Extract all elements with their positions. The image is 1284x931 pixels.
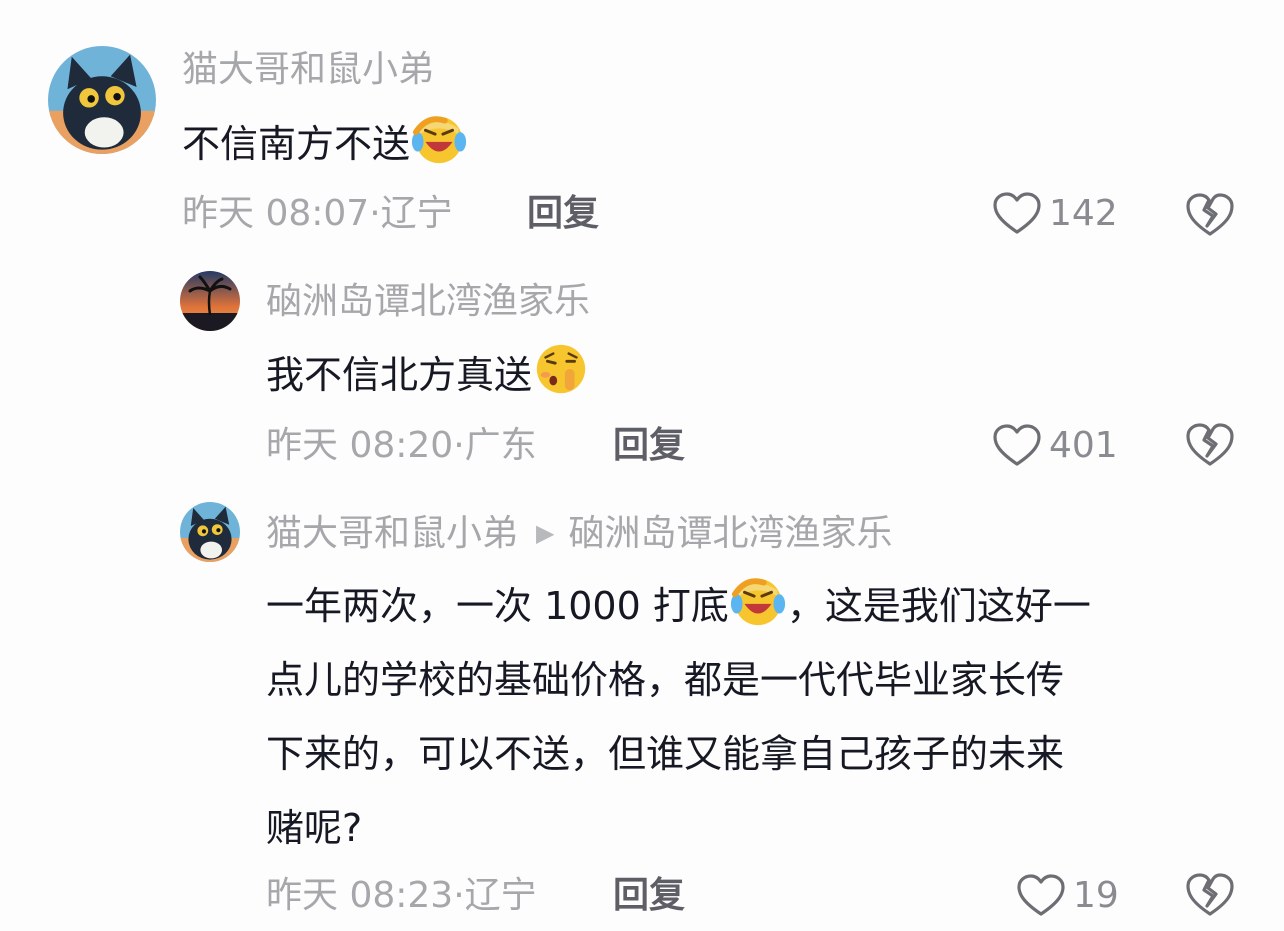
shushing-emoji — [536, 344, 586, 394]
dislike-button[interactable] — [1186, 192, 1234, 238]
comment-line: 下来的，可以不送，但谁又能拿自己孩子的未来 — [266, 732, 1065, 776]
like-count: 401 — [1049, 425, 1118, 466]
heart-icon — [1017, 874, 1065, 916]
username[interactable]: 猫大哥和鼠小弟 — [182, 48, 434, 92]
comment-line: 一年两次，一次 1000 打底 ，这是我们这好一 — [266, 569, 1246, 643]
comment-line: 赌呢? — [266, 806, 363, 850]
like-button[interactable]: 19 — [1017, 874, 1119, 918]
dislike-button[interactable] — [1186, 422, 1234, 468]
location: 广东 — [464, 425, 537, 466]
comment-meta: 昨天 08:20·广东 — [266, 424, 537, 468]
like-button[interactable]: 401 — [993, 424, 1118, 468]
sunset-palm-avatar-icon — [180, 271, 240, 331]
comment-text: 不信南方不送 — [182, 107, 468, 181]
laughing-crying-emoji — [730, 578, 785, 626]
broken-heart-icon — [1186, 423, 1234, 466]
timestamp: 昨天 08:07 — [182, 193, 370, 234]
broken-heart-icon — [1186, 873, 1234, 916]
username[interactable]: 硇洲岛谭北湾渔家乐 — [266, 280, 590, 324]
location: 辽宁 — [380, 193, 453, 234]
reply-button[interactable]: 回复 — [527, 192, 599, 236]
avatar[interactable] — [180, 271, 240, 331]
comment-line: 点儿的学校的基础价格，都是一代代毕业家长传 — [266, 658, 1065, 702]
reply-button[interactable]: 回复 — [613, 874, 685, 918]
cat-avatar-icon — [180, 502, 240, 562]
username[interactable]: 猫大哥和鼠小弟 — [266, 513, 518, 554]
reply-header: 猫大哥和鼠小弟 ▶ 硇洲岛谭北湾渔家乐 — [266, 511, 893, 556]
heart-icon — [993, 192, 1041, 234]
like-count: 19 — [1073, 875, 1119, 916]
timestamp: 昨天 08:20 — [266, 425, 454, 466]
dislike-button[interactable] — [1186, 872, 1234, 918]
laughing-crying-emoji — [411, 116, 467, 164]
location: 辽宁 — [464, 875, 537, 916]
cat-avatar-icon — [48, 46, 156, 154]
avatar[interactable] — [180, 502, 240, 562]
comment-text: 一年两次，一次 1000 打底 ，这是我们这好一 点儿的学校的基础价格，都是一代… — [266, 569, 1246, 865]
avatar[interactable] — [48, 46, 156, 154]
separator: · — [453, 875, 465, 916]
like-button[interactable]: 142 — [993, 192, 1118, 236]
heart-icon — [993, 424, 1041, 466]
reply-arrow-icon: ▶ — [536, 519, 555, 547]
timestamp: 昨天 08:23 — [266, 875, 454, 916]
reply-to-username[interactable]: 硇洲岛谭北湾渔家乐 — [568, 513, 892, 554]
separator: · — [369, 193, 381, 234]
comment-text: 我不信北方真送 — [266, 338, 590, 412]
separator: · — [453, 425, 465, 466]
comment-meta: 昨天 08:23·辽宁 — [266, 874, 537, 918]
like-count: 142 — [1049, 193, 1118, 234]
comment-meta: 昨天 08:07·辽宁 — [182, 192, 453, 236]
reply-button[interactable]: 回复 — [613, 424, 685, 468]
broken-heart-icon — [1186, 193, 1234, 236]
